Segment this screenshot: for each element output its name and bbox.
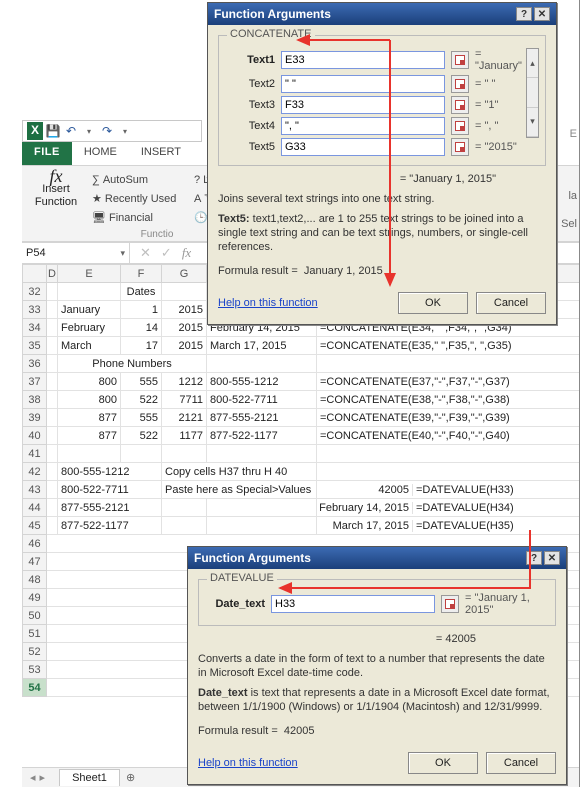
- refedit-icon[interactable]: [451, 117, 469, 135]
- arg-description: Text5: text1,text2,... are 1 to 255 text…: [218, 212, 546, 254]
- arg-result: = "January 1, 2015": [465, 592, 549, 616]
- qat-customize-icon[interactable]: ▾: [117, 123, 133, 139]
- formula-result: Formula result = January 1, 2015: [218, 264, 546, 278]
- save-icon[interactable]: 💾: [45, 123, 61, 139]
- function-description: Converts a date in the form of text to a…: [198, 652, 556, 680]
- function-library-group-label: Functio: [92, 229, 222, 240]
- sheet-nav-arrows[interactable]: ◂▸: [22, 771, 53, 784]
- datevalue-args-frame: DATEVALUE Date_text = "January 1, 2015": [198, 579, 556, 626]
- autosum-label: AutoSum: [103, 174, 148, 186]
- row-43: 43800-522-7711Paste here as Special>Valu…: [23, 481, 580, 499]
- text-icon: A: [194, 193, 201, 205]
- row-36: 36Phone Numbers: [23, 355, 580, 373]
- cancel-button[interactable]: Cancel: [486, 752, 556, 774]
- arg-description: Date_text is text that represents a date…: [198, 686, 556, 714]
- quick-access-toolbar: 💾 ↶ ▾ ↷ ▾: [22, 120, 202, 142]
- row-42: 42800-555-1212Copy cells H37 thru H 40: [23, 463, 580, 481]
- undo-icon[interactable]: ↶: [63, 123, 79, 139]
- arg-input-datetext[interactable]: [271, 595, 435, 613]
- chevron-down-icon[interactable]: ▾: [120, 248, 125, 259]
- close-icon[interactable]: ✕: [534, 7, 550, 21]
- dialog-title: Function Arguments: [214, 7, 331, 21]
- help-link[interactable]: Help on this function: [198, 757, 298, 769]
- logical-icon: ?: [194, 174, 200, 186]
- insert-function-label-1: Insert: [28, 183, 84, 196]
- col-F: F: [121, 265, 162, 283]
- sheet-tab-sheet1[interactable]: Sheet1: [59, 769, 120, 786]
- row-40: 408775221177877-522-1177=CONCATENATE(E40…: [23, 427, 580, 445]
- refedit-icon[interactable]: [451, 138, 469, 156]
- tab-insert[interactable]: INSERT: [129, 142, 193, 165]
- recently-used-label: Recently Used: [105, 193, 177, 205]
- redo-icon[interactable]: ↷: [99, 123, 115, 139]
- row-45: 45877-522-1177March 17, 2015=DATEVALUE(H…: [23, 517, 580, 535]
- arg-input-text3[interactable]: [281, 96, 445, 114]
- col-D: D: [47, 265, 58, 283]
- ribbon-fragment-sel: Sel: [561, 218, 577, 230]
- arg-label: Date_text: [205, 598, 265, 610]
- row-44: 44877-555-2121February 14, 2015=DATEVALU…: [23, 499, 580, 517]
- clock-icon: 🕒: [194, 211, 208, 224]
- close-icon[interactable]: ✕: [544, 551, 560, 565]
- row-41: 41: [23, 445, 580, 463]
- dialog-titlebar[interactable]: Function Arguments ?✕: [188, 547, 566, 569]
- tab-home[interactable]: HOME: [72, 142, 129, 165]
- arg-label: Text1: [225, 54, 275, 66]
- function-description: Joins several text strings into one text…: [218, 192, 546, 206]
- args-scrollbar[interactable]: ▴▾: [526, 48, 539, 138]
- help-icon[interactable]: ?: [526, 551, 542, 565]
- insert-function-label-2: Function: [28, 196, 84, 209]
- fx-bar-icon[interactable]: fx: [182, 245, 191, 261]
- function-arguments-dialog-concat: Function Arguments?✕ CONCATENATE Text1 =…: [207, 2, 557, 325]
- concat-args-frame: CONCATENATE Text1 = "January" Text2= " "…: [218, 35, 546, 166]
- excel-app-icon: [27, 123, 43, 139]
- name-box[interactable]: P54 ▾: [22, 243, 130, 263]
- add-sheet-icon[interactable]: ⊕: [126, 771, 135, 784]
- enter-edit-icon: ✓: [161, 245, 172, 261]
- col-G: G: [162, 265, 207, 283]
- cancel-edit-icon: ✕: [140, 245, 151, 261]
- row-37: 378005551212800-555-1212=CONCATENATE(E37…: [23, 373, 580, 391]
- star-icon: ★: [92, 192, 102, 205]
- ribbon-trailing: E: [570, 128, 577, 140]
- function-arguments-dialog-datevalue: Function Arguments ?✕ DATEVALUE Date_tex…: [187, 546, 567, 785]
- arg-input-text2[interactable]: [281, 75, 445, 93]
- row-38: 388005227711800-522-7711=CONCATENATE(E38…: [23, 391, 580, 409]
- undo-dropdown-icon[interactable]: ▾: [81, 123, 97, 139]
- ok-button[interactable]: OK: [408, 752, 478, 774]
- refedit-icon[interactable]: [451, 51, 469, 69]
- financial-label: Financial: [109, 212, 153, 224]
- fx-icon: fx: [28, 170, 84, 183]
- row-35: 35March172015March 17, 2015=CONCATENATE(…: [23, 337, 580, 355]
- name-box-value: P54: [26, 247, 46, 259]
- function-name-label: DATEVALUE: [207, 572, 277, 584]
- col-E: E: [58, 265, 121, 283]
- overall-result: = 42005: [198, 632, 556, 646]
- refedit-icon[interactable]: [451, 75, 469, 93]
- help-link[interactable]: Help on this function: [218, 297, 318, 309]
- ok-button[interactable]: OK: [398, 292, 468, 314]
- arg-result: = "January": [475, 48, 522, 72]
- arg-input-text4[interactable]: [281, 117, 445, 135]
- arg-input-text1[interactable]: [281, 51, 445, 69]
- ribbon-fragment-la: la: [568, 190, 577, 202]
- arg-row-text1: Text1 = "January": [225, 48, 522, 72]
- cancel-button[interactable]: Cancel: [476, 292, 546, 314]
- sigma-icon: ∑: [92, 174, 100, 186]
- help-icon[interactable]: ?: [516, 7, 532, 21]
- dialog-titlebar[interactable]: Function Arguments?✕: [208, 3, 556, 25]
- row-39: 398775552121877-555-2121=CONCATENATE(E39…: [23, 409, 580, 427]
- insert-function-button[interactable]: fx Insert Function: [28, 170, 84, 209]
- tab-file[interactable]: FILE: [22, 142, 72, 165]
- money-icon: 🖥: [92, 211, 106, 224]
- function-name-label: CONCATENATE: [227, 28, 315, 40]
- dialog-title: Function Arguments: [194, 551, 311, 565]
- refedit-icon[interactable]: [441, 595, 459, 613]
- overall-result: = "January 1, 2015": [218, 172, 546, 186]
- formula-result: Formula result = 42005: [198, 724, 556, 738]
- refedit-icon[interactable]: [451, 96, 469, 114]
- arg-input-text5[interactable]: [281, 138, 445, 156]
